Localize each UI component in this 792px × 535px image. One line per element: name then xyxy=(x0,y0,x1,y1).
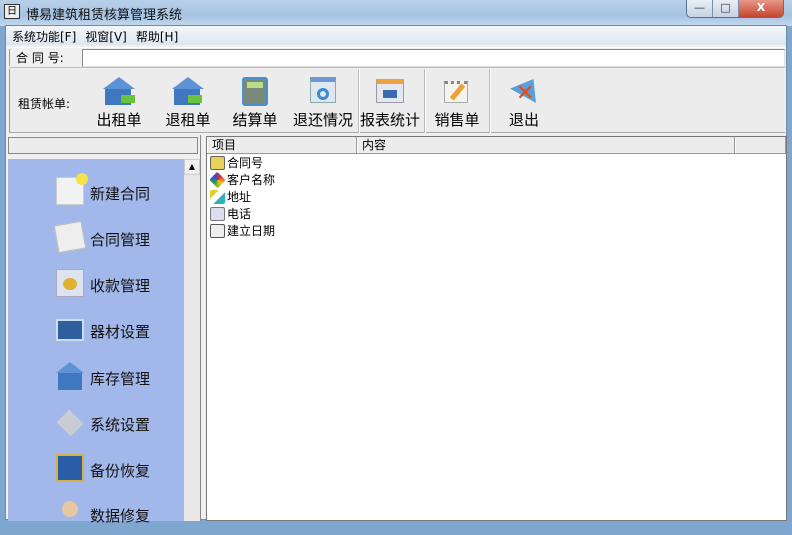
exit-button[interactable]: ✕ 退出 xyxy=(491,73,557,131)
menu-help[interactable]: 帮助[H] xyxy=(136,26,185,45)
scroll-up-button[interactable]: ▲ xyxy=(184,159,200,175)
house-arrow-out-icon xyxy=(103,77,135,107)
calculator-icon xyxy=(239,77,271,107)
main-window: 系统功能[F] 视窗[V] 帮助[H] 合 同 号: 租赁帐单: 出租单 退租单… xyxy=(5,25,787,525)
menu-system[interactable]: 系统功能[F] xyxy=(12,26,83,45)
contract-bar: 合 同 号: xyxy=(9,47,785,68)
toolbar-label: 租赁帐单: xyxy=(18,97,71,111)
contract-number-input[interactable] xyxy=(82,48,785,67)
report-button[interactable]: 报表统计 xyxy=(357,73,423,131)
rent-return-button[interactable]: 退租单 xyxy=(155,73,221,131)
nav-item-new-contract[interactable]: 新建合同 xyxy=(8,173,184,213)
sales-button[interactable]: 销售单 xyxy=(424,73,490,131)
table-row[interactable]: 合同号 xyxy=(207,154,786,171)
date-icon xyxy=(210,223,225,238)
table-row[interactable]: 电话 xyxy=(207,205,786,222)
nav-item-payment-management[interactable]: 收款管理 xyxy=(8,265,184,305)
nav-item-equipment-settings[interactable]: 器材设置 xyxy=(8,311,184,351)
new-document-icon xyxy=(56,173,88,205)
minimize-button[interactable]: — xyxy=(687,0,713,17)
app-icon: 日 xyxy=(4,4,20,19)
contract-details-table: 项目 内容 合同号 客户名称 地址 电话 建立日期 xyxy=(206,136,787,521)
settlement-button[interactable]: 结算单 xyxy=(222,73,288,131)
return-status-button[interactable]: 退还情况 xyxy=(290,73,356,131)
folder-icon xyxy=(210,155,225,170)
navigation-panel: 新建合同 合同管理 收款管理 器材设置 库存管理 系统设置 备份恢复 数据修复 … xyxy=(6,135,201,525)
notepad-pencil-icon xyxy=(441,77,473,107)
navigation-list: 新建合同 合同管理 收款管理 器材设置 库存管理 系统设置 备份恢复 数据修复 xyxy=(8,159,184,525)
nav-item-backup-restore[interactable]: 备份恢复 xyxy=(8,450,184,490)
maximize-button[interactable]: □ xyxy=(713,0,739,17)
house-arrow-in-icon xyxy=(172,77,204,107)
exit-icon: ✕ xyxy=(508,77,540,107)
backup-icon xyxy=(56,454,84,482)
window-title: 博易建筑租赁核算管理系统 xyxy=(26,8,183,23)
report-icon xyxy=(374,77,406,107)
rent-out-button[interactable]: 出租单 xyxy=(86,73,152,131)
table-header: 项目 内容 xyxy=(207,137,786,154)
address-icon xyxy=(210,189,225,204)
toolbar: 租赁帐单: 出租单 退租单 结算单 退还情况 报表统计 销售单 ✕ 退出 xyxy=(9,69,785,133)
warehouse-icon xyxy=(56,362,84,390)
menu-bar: 系统功能[F] 视窗[V] 帮助[H] xyxy=(6,26,786,45)
nav-item-inventory-management[interactable]: 库存管理 xyxy=(8,358,184,398)
column-header-empty xyxy=(735,137,786,153)
table-row[interactable]: 地址 xyxy=(207,188,786,205)
customer-icon xyxy=(209,171,226,188)
table-row[interactable]: 客户名称 xyxy=(207,171,786,188)
contract-label: 合 同 号: xyxy=(9,49,82,66)
column-header-content[interactable]: 内容 xyxy=(357,137,735,153)
repair-icon xyxy=(56,499,84,527)
close-button[interactable]: X xyxy=(739,0,783,17)
navigation-scrollbar[interactable]: ▲ xyxy=(184,159,200,521)
navigation-header xyxy=(8,137,198,154)
nav-item-system-settings[interactable]: 系统设置 xyxy=(8,404,184,444)
refresh-window-icon xyxy=(307,77,339,107)
phone-icon xyxy=(210,206,225,221)
title-bar: 日 博易建筑租赁核算管理系统 — □ X xyxy=(0,0,792,26)
nav-item-contract-management[interactable]: 合同管理 xyxy=(8,219,184,259)
window-controls: — □ X xyxy=(686,0,784,18)
equipment-icon xyxy=(56,319,84,341)
table-row[interactable]: 建立日期 xyxy=(207,222,786,239)
payment-icon xyxy=(56,269,84,297)
column-header-item[interactable]: 项目 xyxy=(207,137,357,153)
nav-item-data-repair[interactable]: 数据修复 xyxy=(8,495,184,535)
menu-view[interactable]: 视窗[V] xyxy=(85,26,134,45)
documents-icon xyxy=(53,220,87,254)
settings-icon xyxy=(56,408,84,437)
